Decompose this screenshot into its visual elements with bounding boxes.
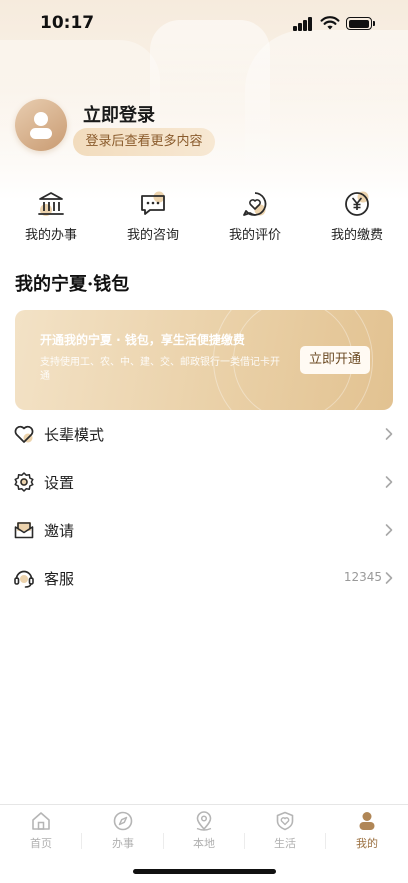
quick-action-my-payment[interactable]: 我的缴费 (306, 190, 408, 246)
location-icon (196, 811, 212, 831)
wallet-card-subtitle: 支持使用工、农、中、建、交、邮政银行一类借记卡开通 (40, 357, 280, 382)
menu-item-label: 邀请 (44, 522, 75, 540)
tab-life[interactable]: 生活 (244, 810, 326, 855)
chevron-right-icon (385, 572, 393, 584)
menu-item-settings[interactable]: 设置 (0, 458, 408, 506)
tab-local[interactable]: 本地 (163, 810, 245, 855)
quick-action-my-affairs[interactable]: 我的办事 (0, 190, 102, 246)
quick-actions: 我的办事 我的咨询 我的评价 我的缴费 (0, 190, 408, 246)
quick-action-label: 我的办事 (24, 228, 77, 243)
wallet-card-title: 开通我的宁夏 · 钱包，享生活便捷缴费 (40, 333, 245, 347)
heart-chat-icon (243, 192, 267, 216)
quick-action-label: 我的缴费 (330, 228, 383, 243)
menu-item-label: 长辈模式 (44, 426, 105, 444)
user-icon (30, 112, 52, 139)
avatar[interactable] (15, 99, 67, 151)
tab-label: 生活 (274, 837, 296, 850)
menu-item-customer-service[interactable]: 客服 12345 (0, 554, 408, 602)
login-title[interactable]: 立即登录 (83, 101, 155, 127)
battery-icon (346, 17, 376, 30)
headset-icon (14, 570, 34, 588)
menu-item-elder-mode[interactable]: 长辈模式 (0, 410, 408, 458)
wallet-section-title: 我的宁夏·钱包 (15, 274, 130, 295)
tab-label: 我的 (356, 837, 378, 850)
user-icon (359, 812, 375, 830)
tab-label: 首页 (30, 837, 52, 850)
quick-action-my-consult[interactable]: 我的咨询 (102, 190, 204, 246)
service-hotline-number: 12345 (343, 570, 382, 584)
shield-heart-icon (276, 811, 294, 831)
tab-services[interactable]: 办事 (82, 810, 164, 855)
status-time: 10:17 (40, 13, 95, 33)
menu-item-label: 客服 (44, 570, 75, 588)
menu-list: 长辈模式 设置 邀请 客服 12345 (0, 410, 408, 602)
home-indicator (133, 869, 276, 874)
gear-icon (14, 472, 34, 492)
chevron-right-icon (385, 428, 393, 440)
yen-icon (345, 191, 369, 216)
chevron-right-icon (385, 524, 393, 536)
login-hint-badge[interactable]: 登录后查看更多内容 (73, 128, 215, 156)
wallet-card[interactable]: 开通我的宁夏 · 钱包，享生活便捷缴费 支持使用工、农、中、建、交、邮政银行一类… (15, 310, 393, 410)
cellular-signal-icon (293, 17, 313, 31)
bank-icon (38, 192, 64, 216)
quick-action-label: 我的评价 (228, 228, 281, 243)
quick-action-label: 我的咨询 (126, 228, 179, 243)
tab-mine[interactable]: 我的 (326, 810, 408, 855)
wifi-icon (320, 16, 340, 30)
tab-label: 本地 (193, 837, 215, 850)
tab-label: 办事 (112, 837, 134, 850)
menu-item-label: 设置 (44, 474, 75, 492)
chevron-right-icon (385, 476, 393, 488)
quick-action-my-review[interactable]: 我的评价 (204, 190, 306, 246)
status-bar: 10:17 (0, 0, 408, 48)
menu-item-invite[interactable]: 邀请 (0, 506, 408, 554)
mail-icon (14, 522, 34, 539)
tab-home[interactable]: 首页 (0, 810, 82, 855)
home-icon (32, 812, 50, 830)
open-wallet-button[interactable]: 立即开通 (300, 346, 370, 374)
heart-icon (14, 425, 34, 443)
chat-icon (141, 191, 165, 215)
compass-icon (113, 811, 133, 831)
